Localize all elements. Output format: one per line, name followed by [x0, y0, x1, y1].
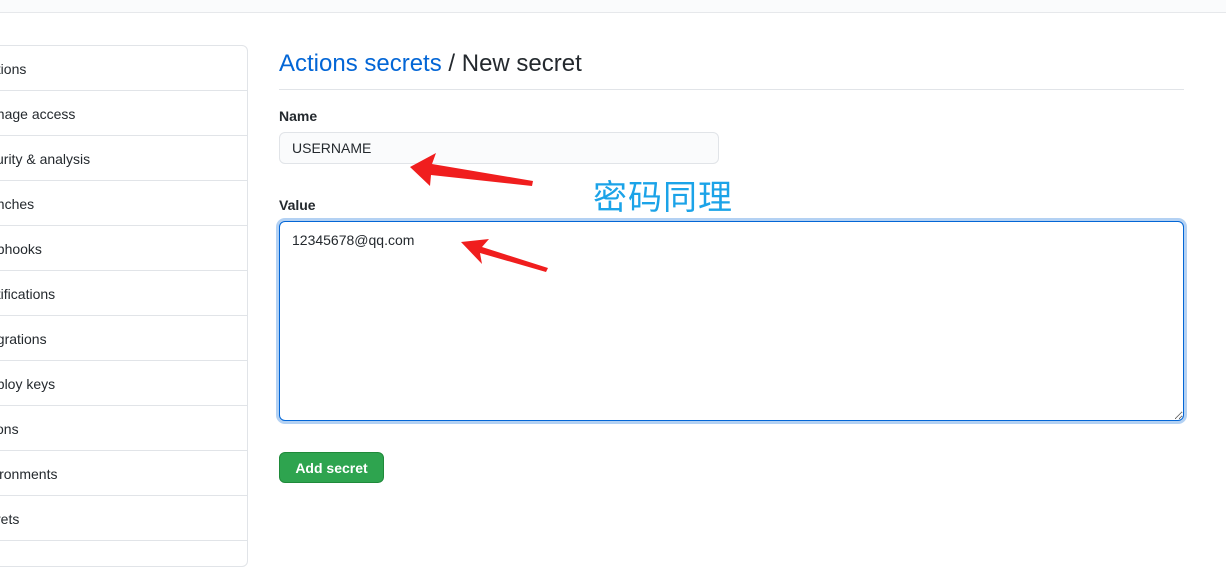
- secret-value-textarea[interactable]: 12345678@qq.com: [279, 221, 1184, 421]
- name-field-label: Name: [279, 108, 318, 124]
- annotation-note: 密码同理: [593, 178, 733, 218]
- sidebar-item-security-analysis[interactable]: curity & analysis: [0, 136, 247, 181]
- sidebar-item-label: egrations: [0, 331, 47, 347]
- sidebar-item-label: vironments: [0, 466, 58, 482]
- sidebar-item-label: ebhooks: [0, 241, 42, 257]
- sidebar-item-deploy-keys[interactable]: eploy keys: [0, 361, 247, 406]
- sidebar-item-label: crets: [0, 511, 20, 527]
- sidebar-item-options[interactable]: ptions: [0, 46, 247, 91]
- value-field-label: Value: [279, 197, 316, 213]
- sidebar-item-manage-access[interactable]: anage access: [0, 91, 247, 136]
- add-secret-button[interactable]: Add secret: [279, 452, 384, 483]
- sidebar-item-label: curity & analysis: [0, 151, 91, 167]
- sidebar-item-label: anage access: [0, 106, 76, 122]
- top-header-bar: [0, 0, 1226, 13]
- breadcrumb-current: New secret: [461, 50, 582, 77]
- sidebar-item-label: eploy keys: [0, 376, 56, 392]
- sidebar-item-integrations[interactable]: egrations: [0, 316, 247, 361]
- settings-sidebar: ptions anage access curity & analysis an…: [0, 45, 248, 567]
- sidebar-item-label: anches: [0, 196, 35, 212]
- annotation-arrow-icon: [461, 239, 548, 272]
- sidebar-item-label: otifications: [0, 286, 56, 302]
- sidebar-item-secrets[interactable]: crets: [0, 496, 247, 541]
- sidebar-item-label: tions: [0, 421, 19, 437]
- breadcrumb-actions-secrets-link[interactable]: Actions secrets: [279, 50, 442, 77]
- page-title: Actions secrets / New secret: [279, 51, 582, 77]
- annotation-arrow-icon: [410, 153, 533, 186]
- sidebar-item-notifications[interactable]: otifications: [0, 271, 247, 316]
- sidebar-item-actions[interactable]: tions: [0, 406, 247, 451]
- title-divider: [279, 89, 1184, 90]
- sidebar-item-webhooks[interactable]: ebhooks: [0, 226, 247, 271]
- sidebar-item-branches[interactable]: anches: [0, 181, 247, 226]
- sidebar-item-environments[interactable]: vironments: [0, 451, 247, 496]
- breadcrumb-separator: /: [448, 50, 456, 77]
- sidebar-item-label: ptions: [0, 61, 27, 77]
